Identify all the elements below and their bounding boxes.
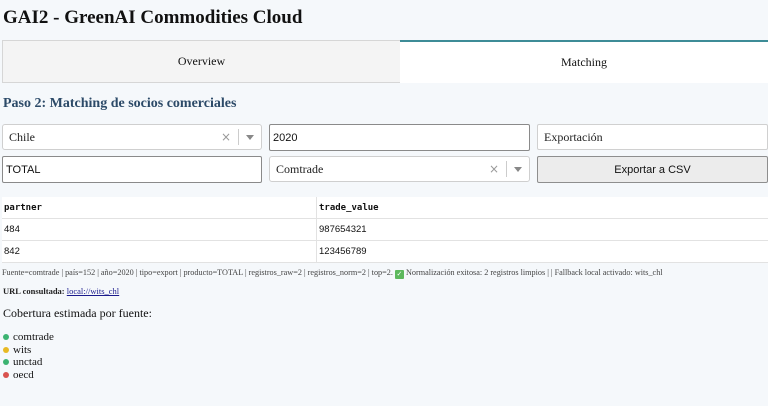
source-name: wits [13,343,32,356]
status-dot-icon [3,334,9,341]
url-line: URL consultada: local://wits_chl [3,286,119,296]
status-line: Fuente=comtrade | país=152 | año=2020 | … [2,268,663,279]
product-value: TOTAL [6,163,41,176]
list-item: unctad [3,356,54,369]
step-title: Paso 2: Matching de socios comerciales [3,96,237,111]
divider [506,161,507,177]
tab-bar: Overview Matching [2,40,768,83]
list-item: oecd [3,369,54,382]
url-label: URL consultada: [3,286,65,296]
header-partner[interactable]: partner [2,197,317,218]
source-list: comtrade wits unctad oecd [3,331,54,381]
source-value: Comtrade [276,161,324,176]
country-value: Chile [9,129,35,144]
source-select[interactable]: Comtrade × [269,156,530,182]
table-cell[interactable]: 484 [2,219,317,240]
year-value: 2020 [273,131,298,144]
status-dot-icon [3,372,9,379]
table-cell[interactable]: 123456789 [317,241,768,262]
check-icon: ✓ [394,270,404,279]
clear-icon[interactable]: × [218,130,234,144]
status-success: Normalización exitosa: 2 registros limpi… [405,268,663,277]
tab-matching[interactable]: Matching [400,40,768,83]
chevron-down-icon[interactable] [511,166,525,172]
list-item: comtrade [3,331,54,344]
table-header: partner trade_value [2,197,768,219]
export-csv-button[interactable]: Exportar a CSV [537,156,768,183]
list-item: wits [3,344,54,357]
flow-select[interactable]: Exportación [537,124,768,150]
year-input[interactable]: 2020 [269,124,530,151]
coverage-title: Cobertura estimada por fuente: [3,306,152,320]
url-link[interactable]: local://wits_chl [67,286,119,296]
source-name: comtrade [13,331,54,343]
divider [238,129,239,145]
country-select[interactable]: Chile × [2,124,262,150]
source-name: oecd [13,368,34,381]
results-table: partner trade_value 484 987654321 842 12… [2,197,768,263]
app-title: GAI2 - GreenAI Commodities Cloud [3,7,303,28]
flow-value: Exportación [544,129,603,144]
tab-overview[interactable]: Overview [2,40,400,83]
source-name: unctad [13,356,43,369]
status-meta: Fuente=comtrade | país=152 | año=2020 | … [2,268,393,277]
table-row: 484 987654321 [2,219,768,241]
table-row: 842 123456789 [2,241,768,263]
clear-icon[interactable]: × [486,162,502,176]
status-dot-icon [3,346,9,353]
chevron-down-icon[interactable] [243,134,257,140]
header-trade-value[interactable]: trade_value [317,197,768,218]
product-input[interactable]: TOTAL [2,156,262,183]
table-cell[interactable]: 987654321 [317,219,768,240]
status-dot-icon [3,359,9,366]
table-cell[interactable]: 842 [2,241,317,262]
